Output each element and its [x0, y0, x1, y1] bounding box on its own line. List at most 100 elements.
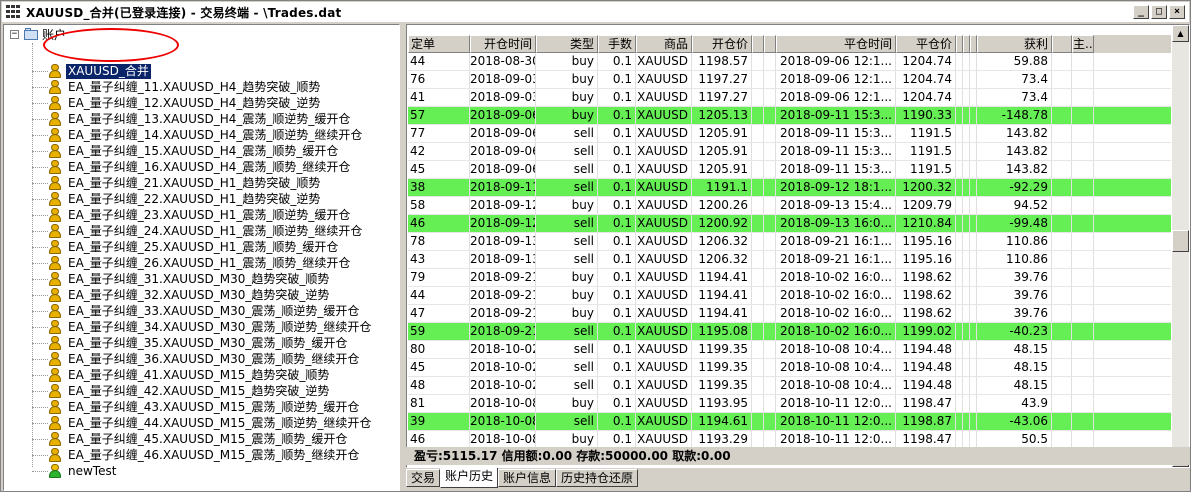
table-row[interactable]: 582018-09-12 18:1...buy0.1XAUUSD1200.26 2…: [408, 197, 1171, 215]
table-row[interactable]: 812018-10-08 11:3...buy0.1XAUUSD1193.95 2…: [408, 395, 1171, 413]
column-header[interactable]: 主...: [1072, 35, 1094, 53]
table-row[interactable]: 772018-09-06 13:4...sell0.1XAUUSD1205.91…: [408, 125, 1171, 143]
column-header[interactable]: 平仓价: [896, 35, 956, 53]
tree-item[interactable]: newTest: [32, 463, 118, 479]
table-row[interactable]: 452018-09-06 13:4...sell0.1XAUUSD1205.91…: [408, 161, 1171, 179]
column-header[interactable]: 定单: [408, 35, 470, 53]
column-header[interactable]: 商品: [636, 35, 692, 53]
table-cell: 2018-09-12 18:1...: [776, 179, 896, 196]
tab-0[interactable]: 交易: [406, 469, 441, 487]
table-row[interactable]: 782018-09-13 01:3...sell0.1XAUUSD1206.32…: [408, 233, 1171, 251]
tree-item[interactable]: EA_量子纠缠_12.XAUUSD_H4_趋势突破_逆势: [32, 95, 322, 111]
table-row[interactable]: 572018-09-06 12:1...buy0.1XAUUSD1205.13 2…: [408, 107, 1171, 125]
tree-item[interactable]: EA_量子纠缠_31.XAUUSD_M30_趋势突破_顺势: [32, 271, 331, 287]
empty-cell: [752, 377, 764, 394]
tree-item[interactable]: EA_量子纠缠_42.XAUUSD_M15_趋势突破_逆势: [32, 383, 331, 399]
tab-3[interactable]: 历史持仓还原: [556, 469, 639, 487]
close-button[interactable]: ×: [1169, 5, 1185, 19]
tree-item[interactable]: EA_量子纠缠_16.XAUUSD_H4_震荡_顺势_继续开仓: [32, 159, 352, 175]
table-cell: 46: [408, 431, 470, 448]
tree-item[interactable]: EA_量子纠缠_36.XAUUSD_M30_震荡_顺势_继续开仓: [32, 351, 361, 367]
column-header[interactable]: 开仓价: [692, 35, 752, 53]
tree-item[interactable]: EA_量子纠缠_13.XAUUSD_H4_震荡_顺逆势_缓开仓: [32, 111, 352, 127]
empty-cell: [970, 233, 977, 250]
column-header[interactable]: [956, 35, 963, 53]
table-row[interactable]: 472018-09-21 16:1...buy0.1XAUUSD1194.41 2…: [408, 305, 1171, 323]
tree-item[interactable]: EA_量子纠缠_11.XAUUSD_H4_趋势突破_顺势: [32, 79, 322, 95]
column-header[interactable]: [963, 35, 970, 53]
scroll-thumb[interactable]: [1172, 230, 1189, 252]
maximize-button[interactable]: □: [1151, 5, 1167, 19]
empty-cell: [956, 431, 963, 448]
tree-item[interactable]: EA_量子纠缠_23.XAUUSD_H1_震荡_顺逆势_缓开仓: [32, 207, 352, 223]
tree-item[interactable]: XAUUSD_合并: [32, 63, 151, 79]
table-row[interactable]: 452018-10-02 16:0...sell0.1XAUUSD1199.35…: [408, 359, 1171, 377]
column-header[interactable]: [970, 35, 977, 53]
table-row[interactable]: 442018-09-21 16:1...buy0.1XAUUSD1194.41 2…: [408, 287, 1171, 305]
tree-item[interactable]: EA_量子纠缠_41.XAUUSD_M15_趋势突破_顺势: [32, 367, 331, 383]
minimize-button[interactable]: _: [1133, 5, 1149, 19]
table-row[interactable]: 382018-09-11 15:3...sell0.1XAUUSD1191.1 2…: [408, 179, 1171, 197]
tree-item-label: EA_量子纠缠_21.XAUUSD_H1_趋势突破_顺势: [68, 175, 321, 190]
table-row[interactable]: 412018-09-03 03:3...buy0.1XAUUSD1197.27 2…: [408, 89, 1171, 107]
collapse-icon[interactable]: −: [10, 29, 19, 39]
empty-cell: [956, 413, 963, 430]
column-header[interactable]: 平仓时间: [776, 35, 896, 53]
scroll-up-icon[interactable]: ▲: [1172, 25, 1189, 42]
column-header[interactable]: [1052, 35, 1072, 53]
tree-item[interactable]: EA_量子纠缠_32.XAUUSD_M30_趋势突破_逆势: [32, 287, 331, 303]
tree-item[interactable]: EA_量子纠缠_35.XAUUSD_M30_震荡_顺势_缓开仓: [32, 335, 349, 351]
table-cell: 48: [408, 377, 470, 394]
table-row[interactable]: 392018-10-08 11:5...sell0.1XAUUSD1194.61…: [408, 413, 1171, 431]
table-row[interactable]: 802018-10-02 16:0...sell0.1XAUUSD1199.35…: [408, 341, 1171, 359]
empty-cell: [1052, 305, 1072, 322]
table-row[interactable]: 442018-08-30 16:5...buy0.1XAUUSD1198.57 2…: [408, 53, 1171, 71]
table-cell: 1205.91: [692, 125, 752, 142]
tree-item[interactable]: EA_量子纠缠_43.XAUUSD_M15_震荡_顺逆势_缓开仓: [32, 399, 361, 415]
column-header[interactable]: 类型: [536, 35, 598, 53]
tab-2[interactable]: 账户信息: [498, 469, 557, 487]
tab-1[interactable]: 账户历史: [440, 468, 499, 488]
tree-item[interactable]: EA_量子纠缠_34.XAUUSD_M30_震荡_顺逆势_继续开仓: [32, 319, 373, 335]
tree-item[interactable]: EA_量子纠缠_15.XAUUSD_H4_震荡_顺势_缓开仓: [32, 143, 340, 159]
empty-cell: [1052, 233, 1072, 250]
table-row[interactable]: 432018-09-13 01:3...sell0.1XAUUSD1206.32…: [408, 251, 1171, 269]
column-header[interactable]: 获利: [977, 35, 1052, 53]
empty-cell: [1052, 71, 1072, 88]
empty-cell: [764, 287, 776, 304]
empty-cell: [956, 359, 963, 376]
table-cell: buy: [536, 305, 598, 322]
empty-cell: [956, 143, 963, 160]
vertical-scrollbar[interactable]: ▲ ▼: [1172, 25, 1189, 467]
tree-item[interactable]: EA_量子纠缠_46.XAUUSD_M15_震荡_顺势_继续开仓: [32, 447, 361, 463]
table-row[interactable]: 482018-10-02 16:0...sell0.1XAUUSD1199.35…: [408, 377, 1171, 395]
table-cell: 73.4: [977, 71, 1052, 88]
column-header[interactable]: 开仓时间: [470, 35, 536, 53]
table-row[interactable]: 422018-09-06 13:4...sell0.1XAUUSD1205.91…: [408, 143, 1171, 161]
table-cell: 1195.16: [896, 251, 956, 268]
tree-item[interactable]: EA_量子纠缠_33.XAUUSD_M30_震荡_顺逆势_缓开仓: [32, 303, 361, 319]
table-row[interactable]: 792018-09-21 16:1...buy0.1XAUUSD1194.41 2…: [408, 269, 1171, 287]
column-header[interactable]: [752, 35, 764, 53]
tree-item-label: EA_量子纠缠_32.XAUUSD_M30_趋势突破_逆势: [68, 287, 330, 302]
table-cell: 76: [408, 71, 470, 88]
empty-cell: [956, 179, 963, 196]
table-row[interactable]: 592018-09-21 16:4...sell0.1XAUUSD1195.08…: [408, 323, 1171, 341]
column-header[interactable]: [764, 35, 776, 53]
empty-cell: [1072, 287, 1094, 304]
tree-item[interactable]: EA_量子纠缠_45.XAUUSD_M15_震荡_顺势_缓开仓: [32, 431, 349, 447]
table-row[interactable]: 762018-09-03 03:3...buy0.1XAUUSD1197.27 2…: [408, 71, 1171, 89]
tree-item-label: newTest: [68, 463, 117, 478]
tree-item[interactable]: EA_量子纠缠_14.XAUUSD_H4_震荡_顺逆势_继续开仓: [32, 127, 364, 143]
table-row[interactable]: 462018-09-12 18:1...sell0.1XAUUSD1200.92…: [408, 215, 1171, 233]
tree-item[interactable]: EA_量子纠缠_25.XAUUSD_H1_震荡_顺势_缓开仓: [32, 239, 340, 255]
tree-item[interactable]: EA_量子纠缠_44.XAUUSD_M15_震荡_顺逆势_继续开仓: [32, 415, 373, 431]
tree-item[interactable]: EA_量子纠缠_21.XAUUSD_H1_趋势突破_顺势: [32, 175, 322, 191]
tree-item[interactable]: EA_量子纠缠_24.XAUUSD_H1_震荡_顺逆势_继续开仓: [32, 223, 364, 239]
table-cell: 1190.33: [896, 107, 956, 124]
tree-item[interactable]: EA_量子纠缠_22.XAUUSD_H1_趋势突破_逆势: [32, 191, 322, 207]
tree-item[interactable]: EA_量子纠缠_26.XAUUSD_H1_震荡_顺势_继续开仓: [32, 255, 352, 271]
table-cell: XAUUSD: [636, 377, 692, 394]
column-header[interactable]: 手数: [598, 35, 636, 53]
table-cell: 79: [408, 269, 470, 286]
